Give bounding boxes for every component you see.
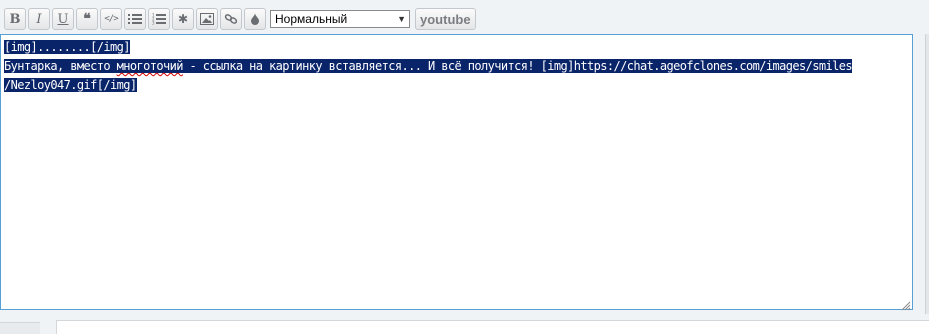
code-icon: </> — [104, 14, 118, 24]
selected-text-line-3: /Nezloy047.gif[/img] — [4, 78, 137, 92]
footer-content-area — [56, 320, 929, 334]
italic-icon: I — [36, 11, 42, 27]
selected-text-line-2-start: Бунтарка, вместо — [4, 59, 117, 73]
bullet-list-icon — [128, 13, 142, 25]
underline-button[interactable]: U — [52, 8, 74, 30]
quote-button[interactable]: ❝ — [76, 8, 98, 30]
numbered-list-icon: 1 2 3 — [152, 13, 166, 25]
page-scroll-edge — [925, 34, 929, 314]
editor-content: [img]........[/img] Бунтарка, вместо мно… — [4, 38, 909, 95]
chevron-down-icon: ▼ — [397, 14, 406, 24]
selected-text-line-2-end: - ссылка на картинку вставляется... И вс… — [182, 59, 853, 73]
editor-toolbar: B I U ❝ </> 1 2 3 ✱ Нормальный ▼ youtube — [4, 7, 476, 31]
underline-icon: U — [57, 11, 69, 27]
youtube-button[interactable]: youtube — [415, 8, 476, 30]
font-size-selected-value: Нормальный — [275, 12, 348, 26]
footer-left-panel — [0, 322, 40, 334]
svg-text:3: 3 — [152, 21, 155, 26]
drop-icon — [250, 13, 260, 25]
link-button[interactable] — [220, 8, 242, 30]
numbered-list-button[interactable]: 1 2 3 — [148, 8, 170, 30]
bullet-list-button[interactable] — [124, 8, 146, 30]
image-icon — [200, 13, 214, 25]
color-button[interactable] — [244, 8, 266, 30]
image-button[interactable] — [196, 8, 218, 30]
code-button[interactable]: </> — [100, 8, 122, 30]
bold-icon: B — [9, 11, 21, 27]
italic-button[interactable]: I — [28, 8, 50, 30]
quote-icon: ❝ — [83, 11, 91, 27]
font-size-select[interactable]: Нормальный ▼ — [270, 10, 410, 28]
youtube-button-label: youtube — [420, 11, 471, 27]
asterisk-icon: ✱ — [177, 12, 189, 26]
resize-grip-icon[interactable] — [899, 296, 911, 311]
list-item-button[interactable]: ✱ — [172, 8, 194, 30]
misspelled-word: многоточий — [116, 59, 183, 73]
selected-text-line-1: [img]........[/img] — [4, 40, 130, 54]
message-textarea[interactable]: [img]........[/img] Бунтарка, вместо мно… — [0, 34, 913, 311]
bold-button[interactable]: B — [4, 8, 26, 30]
link-icon — [224, 13, 238, 25]
